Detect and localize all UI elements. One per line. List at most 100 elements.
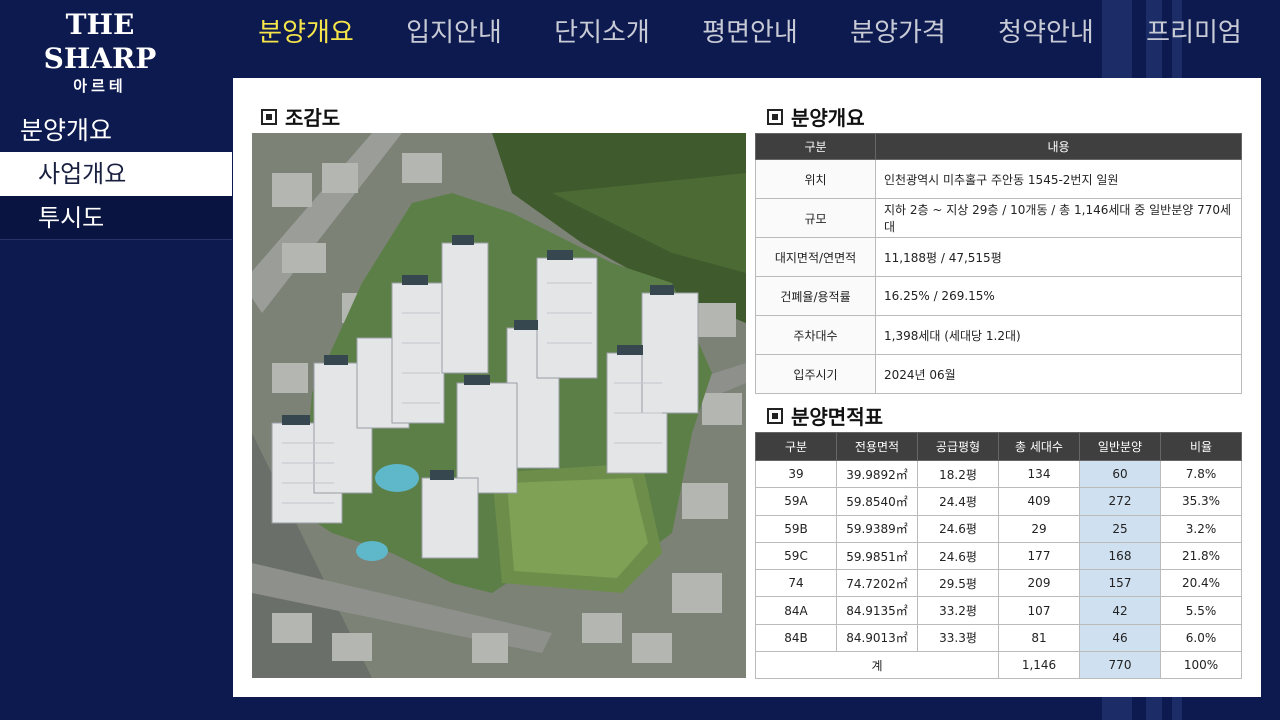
- nav-item-floorplan[interactable]: 평면안내: [676, 0, 824, 66]
- sidebar-title: 분양개요: [20, 116, 113, 145]
- cell-total-units: 177: [998, 541, 1080, 571]
- cell-pyeong: 24.6평: [917, 541, 999, 571]
- table-row: 위치 인천광역시 미추홀구 주안동 1545-2번지 일원: [755, 159, 1242, 199]
- column-header: 일반분양: [1079, 432, 1161, 461]
- table-row: 39 39.9892㎡ 18.2평 134 60 7.8%: [755, 459, 1242, 489]
- cell-type: 74: [755, 569, 837, 598]
- cell-general-units: 770: [1079, 651, 1161, 680]
- column-header: 공급평형: [917, 432, 999, 461]
- cell-ratio: 35.3%: [1160, 487, 1242, 516]
- table-total-row: 계 1,146 770 100%: [755, 651, 1242, 680]
- cell-type: 84A: [755, 596, 837, 625]
- cell-ratio: 5.5%: [1160, 596, 1242, 625]
- cell-area: 59.9389㎡: [836, 514, 918, 543]
- table-row: 59A 59.8540㎡ 24.4평 409 272 35.3%: [755, 487, 1242, 516]
- section-title-area: 분양면적표: [767, 401, 883, 430]
- row-label: 입주시기: [755, 354, 876, 394]
- section-title-text: 분양면적표: [791, 405, 883, 429]
- row-label: 대지면적/연면적: [755, 237, 876, 277]
- row-label: 위치: [755, 159, 876, 199]
- table-row: 주차대수 1,398세대 (세대당 1.2대): [755, 315, 1242, 355]
- cell-ratio: 6.0%: [1160, 623, 1242, 653]
- cell-area: 74.7202㎡: [836, 569, 918, 598]
- content-panel: 조감도 분양개요 분양면적표 구분 내용 위치 인천광역시 미추홀구 주안동 1…: [233, 78, 1261, 697]
- cell-pyeong: 33.3평: [917, 623, 999, 653]
- nav-item-complex[interactable]: 단지소개: [528, 0, 676, 66]
- table-row: 대지면적/연면적 11,188평 / 47,515평: [755, 237, 1242, 277]
- section-title-aerial: 조감도: [261, 102, 340, 131]
- cell-total-units: 107: [998, 596, 1080, 625]
- table-row: 59B 59.9389㎡ 24.6평 29 25 3.2%: [755, 514, 1242, 543]
- cell-general-units: 46: [1079, 623, 1161, 653]
- overview-table: 구분 내용 위치 인천광역시 미추홀구 주안동 1545-2번지 일원 규모 지…: [755, 133, 1242, 394]
- column-header: 구분: [755, 432, 837, 461]
- table-row: 74 74.7202㎡ 29.5평 209 157 20.4%: [755, 569, 1242, 598]
- cell-pyeong: 18.2평: [917, 459, 999, 489]
- cell-area: 59.9851㎡: [836, 541, 918, 571]
- brand-sub: 아르테: [73, 77, 127, 95]
- column-header: 내용: [875, 133, 1242, 160]
- cell-ratio: 3.2%: [1160, 514, 1242, 543]
- aerial-view-image: [252, 133, 746, 678]
- row-label: 건폐율/용적률: [755, 276, 876, 316]
- column-header: 구분: [755, 133, 876, 160]
- nav-item-premium[interactable]: 프리미엄: [1120, 0, 1268, 66]
- section-title-overview: 분양개요: [767, 102, 865, 131]
- row-value: 1,398세대 (세대당 1.2대): [875, 315, 1242, 355]
- column-header: 전용면적: [836, 432, 918, 461]
- table-row: 입주시기 2024년 06월: [755, 354, 1242, 394]
- section-title-text: 분양개요: [791, 106, 865, 130]
- column-header: 총 세대수: [998, 432, 1080, 461]
- nav-item-location[interactable]: 입지안내: [380, 0, 528, 66]
- brand-logo[interactable]: THE SHARP 아르테: [20, 8, 180, 96]
- cell-total-units: 29: [998, 514, 1080, 543]
- nav-item-overview[interactable]: 분양개요: [232, 0, 380, 66]
- top-nav: 분양개요 입지안내 단지소개 평면안내 분양가격 청약안내 프리미엄: [232, 0, 1268, 70]
- brand-name: THE SHARP: [43, 8, 157, 75]
- square-bullet-icon: [767, 407, 783, 424]
- row-value: 지하 2층 ~ 지상 29층 / 10개동 / 총 1,146세대 중 일반분양…: [875, 198, 1242, 238]
- sidebar: 분양개요 사업개요 투시도: [0, 110, 232, 240]
- cell-type: 59B: [755, 514, 837, 543]
- table-row: 84B 84.9013㎡ 33.3평 81 46 6.0%: [755, 623, 1242, 653]
- table-row: 59C 59.9851㎡ 24.6평 177 168 21.8%: [755, 541, 1242, 571]
- table-row: 건폐율/용적률 16.25% / 269.15%: [755, 276, 1242, 316]
- cell-type: 84B: [755, 623, 837, 653]
- row-value: 2024년 06월: [875, 354, 1242, 394]
- cell-general-units: 272: [1079, 487, 1161, 516]
- cell-pyeong: 33.2평: [917, 596, 999, 625]
- cell-area: 84.9013㎡: [836, 623, 918, 653]
- cell-general-units: 60: [1079, 459, 1161, 489]
- nav-item-price[interactable]: 분양가격: [824, 0, 972, 66]
- cell-ratio: 7.8%: [1160, 459, 1242, 489]
- cell-area: 39.9892㎡: [836, 459, 918, 489]
- cell-general-units: 157: [1079, 569, 1161, 598]
- sidebar-item-perspective[interactable]: 투시도: [0, 196, 232, 240]
- cell-ratio: 100%: [1160, 651, 1242, 680]
- cell-total-units: 134: [998, 459, 1080, 489]
- row-label: 주차대수: [755, 315, 876, 355]
- cell-pyeong: 29.5평: [917, 569, 999, 598]
- row-value: 인천광역시 미추홀구 주안동 1545-2번지 일원: [875, 159, 1242, 199]
- cell-total-units: 409: [998, 487, 1080, 516]
- cell-type: 59A: [755, 487, 837, 516]
- cell-total-label: 계: [755, 651, 999, 680]
- table-row: 84A 84.9135㎡ 33.2평 107 42 5.5%: [755, 596, 1242, 625]
- row-value: 11,188평 / 47,515평: [875, 237, 1242, 277]
- cell-pyeong: 24.4평: [917, 487, 999, 516]
- cell-type: 39: [755, 459, 837, 489]
- cell-total-units: 81: [998, 623, 1080, 653]
- cell-general-units: 168: [1079, 541, 1161, 571]
- row-value: 16.25% / 269.15%: [875, 276, 1242, 316]
- area-table: 구분 전용면적 공급평형 총 세대수 일반분양 비율 39 39.9892㎡ 1…: [755, 432, 1242, 680]
- cell-area: 84.9135㎡: [836, 596, 918, 625]
- table-row: 규모 지하 2층 ~ 지상 29층 / 10개동 / 총 1,146세대 중 일…: [755, 198, 1242, 238]
- column-header: 비율: [1160, 432, 1242, 461]
- sidebar-item-business-overview[interactable]: 사업개요: [0, 152, 232, 196]
- cell-total-units: 1,146: [998, 651, 1080, 680]
- nav-item-subscription[interactable]: 청약안내: [972, 0, 1120, 66]
- cell-ratio: 21.8%: [1160, 541, 1242, 571]
- cell-area: 59.8540㎡: [836, 487, 918, 516]
- cell-general-units: 42: [1079, 596, 1161, 625]
- section-title-text: 조감도: [285, 106, 341, 130]
